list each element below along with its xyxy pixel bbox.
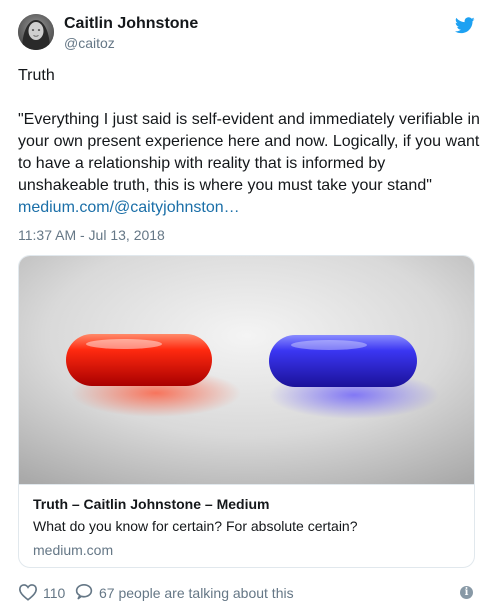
tweet-body: Truth "Everything I just said is self-ev… bbox=[18, 67, 480, 194]
info-icon[interactable]: i bbox=[460, 586, 473, 599]
talking-count[interactable]: 67 people are talking about this bbox=[99, 584, 294, 602]
tweet-timestamp[interactable]: 11:37 AM - Jul 13, 2018 bbox=[18, 226, 165, 244]
tweet-actions: 110 67 people are talking about this i bbox=[18, 581, 480, 603]
like-count[interactable]: 110 bbox=[43, 584, 65, 602]
heart-icon[interactable] bbox=[18, 583, 38, 601]
tweet-link[interactable]: medium.com/@caityjohnston… bbox=[18, 199, 240, 216]
card-body[interactable]: Truth – Caitlin Johnstone – Medium What … bbox=[19, 484, 474, 567]
speech-bubble-icon[interactable] bbox=[74, 583, 94, 601]
avatar[interactable] bbox=[18, 14, 54, 50]
avatar-photo bbox=[18, 14, 54, 50]
twitter-bird-icon[interactable] bbox=[455, 17, 475, 34]
card-image[interactable] bbox=[19, 256, 474, 484]
author-handle[interactable]: @caitoz bbox=[64, 34, 115, 52]
card-title[interactable]: Truth – Caitlin Johnstone – Medium bbox=[33, 495, 269, 513]
link-preview-card[interactable]: Truth – Caitlin Johnstone – Medium What … bbox=[18, 255, 475, 568]
author-name[interactable]: Caitlin Johnstone bbox=[64, 14, 198, 34]
card-domain: medium.com bbox=[33, 542, 114, 558]
tweet-text: Truth "Everything I just said is self-ev… bbox=[18, 65, 480, 219]
card-description: What do you know for certain? For absolu… bbox=[33, 518, 358, 534]
